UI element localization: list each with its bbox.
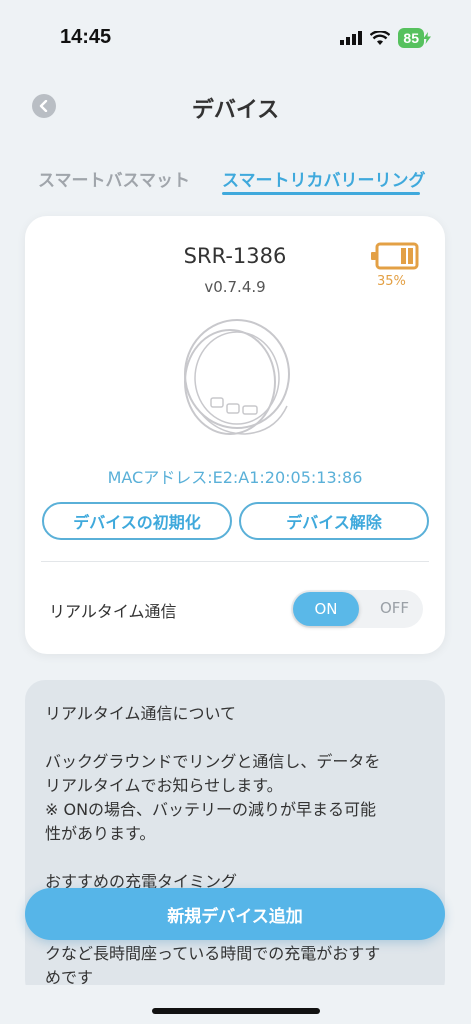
realtime-toggle[interactable]: ON OFF — [291, 590, 423, 628]
page-title: デバイス — [191, 98, 280, 123]
tab-active-indicator — [222, 192, 420, 195]
device-tabs: スマートバスマット スマートリカバリーリング — [0, 162, 471, 202]
info-text-line: クなど長時間座っている時間での充電がおすす — [45, 944, 381, 963]
toggle-off-option[interactable]: OFF — [380, 599, 409, 617]
device-unpair-button[interactable]: デバイス解除 — [239, 502, 429, 540]
device-card: SRR-1386 v0.7.4.9 35% MACアドレス:E2:A1:20:0… — [25, 216, 445, 654]
tab-smart-bathmat[interactable]: スマートバスマット — [38, 166, 190, 191]
status-bar: 14:45 85 — [0, 0, 471, 70]
ring-image — [184, 319, 290, 435]
info-text-line: バックグラウンドでリングと通信し、データを — [45, 752, 381, 771]
info-text-line: 性があります。 — [45, 824, 156, 843]
wifi-icon — [370, 30, 391, 45]
battery-icon — [371, 242, 419, 270]
status-battery: 85 — [398, 28, 424, 48]
info-text-line: ※ ONの場合、バッテリーの減りが早まる可能 — [45, 800, 377, 819]
bottom-safe-area — [0, 985, 471, 1024]
info-panel: リアルタイム通信について バックグラウンドでリングと通信し、データを リアルタイ… — [25, 680, 445, 1000]
signal-icon — [340, 31, 363, 45]
info-heading: リアルタイム通信について — [45, 704, 237, 723]
divider — [41, 561, 429, 562]
battery-percent: 35% — [377, 274, 406, 289]
realtime-label: リアルタイム通信 — [49, 602, 177, 621]
info-text-line: リアルタイムでお知らせします。 — [45, 776, 283, 795]
home-indicator — [152, 1008, 320, 1014]
toggle-on-option[interactable]: ON — [293, 592, 359, 626]
charging-bolt-icon — [423, 32, 431, 44]
mac-address: MACアドレス:E2:A1:20:05:13:86 — [107, 468, 363, 487]
device-reset-button[interactable]: デバイスの初期化 — [42, 502, 232, 540]
add-new-device-button[interactable]: 新規デバイス追加 — [25, 888, 445, 940]
nav-bar: デバイス — [0, 80, 471, 134]
tab-smart-recovery-ring[interactable]: スマートリカバリーリング — [222, 166, 426, 191]
status-time: 14:45 — [60, 26, 112, 48]
status-icons: 85 — [340, 28, 431, 48]
